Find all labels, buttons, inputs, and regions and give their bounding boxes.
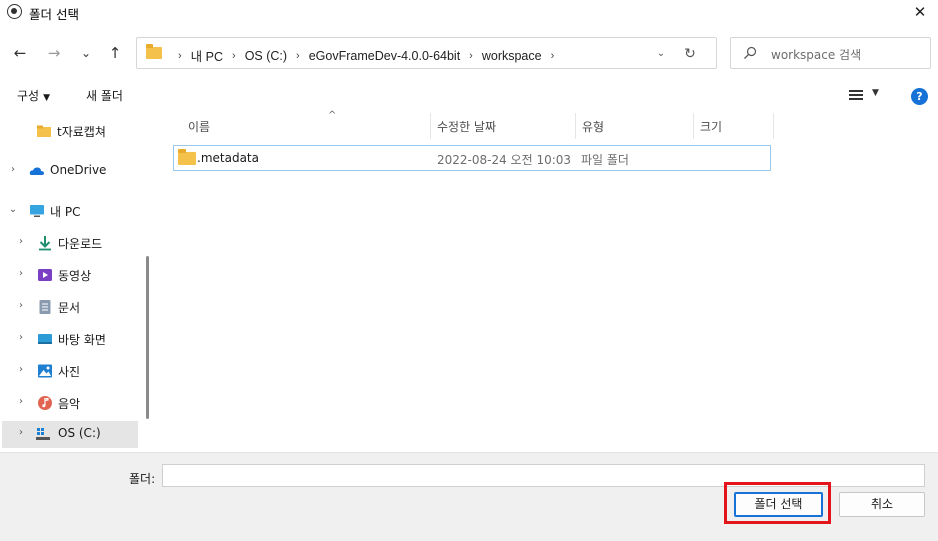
column-size[interactable]: 크기: [694, 113, 774, 139]
caret-down-icon[interactable]: ▼: [872, 88, 879, 98]
help-icon[interactable]: ?: [911, 88, 928, 105]
breadcrumb-item-workspace[interactable]: workspace: [482, 49, 542, 63]
video-icon: [38, 269, 52, 281]
chevron-right-icon[interactable]: ›: [15, 427, 27, 438]
folder-icon: [178, 149, 196, 165]
sidebar-item-label: 동영상: [58, 269, 92, 283]
folder-field-label: 폴더:: [129, 472, 156, 486]
chevron-down-icon[interactable]: ⌄: [7, 204, 19, 215]
chevron-right-icon[interactable]: ›: [551, 50, 555, 62]
chevron-right-icon[interactable]: ›: [7, 164, 19, 175]
sidebar-item-label: t자료캡쳐: [57, 125, 106, 139]
app-icon: [7, 4, 22, 19]
sidebar-item-label: OneDrive: [50, 163, 107, 177]
sidebar-item-label: 바탕 화면: [58, 333, 106, 347]
chevron-right-icon[interactable]: ›: [15, 396, 27, 407]
folder-icon: [37, 125, 51, 137]
address-bar[interactable]: › 내 PC › OS (C:) › eGovFrameDev-4.0.0-64…: [136, 37, 717, 69]
view-options-icon[interactable]: [849, 90, 863, 102]
navigation-bar: ← → ⌄ ↑ › 내 PC › OS (C:) › eGovFrameDev-…: [0, 33, 938, 75]
command-bar: 구성 ▼ 새 폴더 ▼ ?: [0, 84, 938, 110]
chevron-right-icon[interactable]: ›: [15, 332, 27, 343]
file-modified: 2022-08-24 오전 10:03: [437, 153, 572, 167]
caret-down-icon: ▼: [43, 93, 51, 103]
organize-button[interactable]: 구성 ▼: [17, 87, 50, 104]
file-type: 파일 폴더: [581, 153, 629, 167]
column-type[interactable]: 유형: [576, 113, 694, 139]
sidebar-item-label: 다운로드: [58, 237, 103, 251]
cloud-icon: [29, 167, 44, 175]
sidebar-item-label: 사진: [58, 365, 81, 379]
chevron-right-icon[interactable]: ›: [15, 268, 27, 279]
search-placeholder: workspace 검색: [771, 48, 862, 62]
music-icon: [38, 396, 52, 410]
sidebar-item-onedrive[interactable]: › OneDrive: [2, 158, 138, 184]
sort-ascending-icon: ^: [328, 110, 337, 121]
file-list: 이름 ^ 수정한 날짜 유형 크기 .metadata 2022-08-24 오…: [155, 110, 938, 452]
chevron-right-icon[interactable]: ›: [15, 300, 27, 311]
file-row[interactable]: .metadata 2022-08-24 오전 10:03 파일 폴더: [173, 145, 771, 171]
sidebar-item-videos[interactable]: › 동영상: [2, 262, 138, 288]
up-button[interactable]: ↑: [104, 41, 126, 65]
close-icon[interactable]: ✕: [910, 2, 930, 22]
breadcrumb-item-egovframe[interactable]: eGovFrameDev-4.0.0-64bit: [309, 49, 460, 63]
breadcrumb-item-pc[interactable]: 내 PC: [191, 46, 223, 65]
file-name: .metadata: [197, 151, 259, 165]
annotation-highlight-box: [724, 482, 831, 524]
sidebar-item-music[interactable]: › 음악: [2, 390, 138, 416]
window-title: 폴더 선택: [29, 7, 79, 22]
cancel-button[interactable]: 취소: [839, 492, 925, 517]
chevron-right-icon[interactable]: ›: [232, 50, 236, 62]
new-folder-button[interactable]: 새 폴더: [86, 87, 123, 104]
breadcrumb-item-drive[interactable]: OS (C:): [245, 49, 287, 63]
refresh-icon[interactable]: ↻: [681, 45, 699, 63]
picture-icon: [38, 364, 52, 378]
column-header-row: 이름 ^ 수정한 날짜 유형 크기: [155, 110, 775, 139]
navigation-pane: t자료캡쳐 › OneDrive ⌄ 내 PC › 다운로드 › 동영상 › 문…: [0, 113, 150, 452]
back-button[interactable]: ←: [9, 41, 31, 65]
sidebar-item-desktop[interactable]: › 바탕 화면: [2, 326, 138, 352]
sidebar-item-label: 내 PC: [50, 205, 81, 219]
chevron-right-icon[interactable]: ›: [15, 364, 27, 375]
column-name[interactable]: 이름 ^: [182, 110, 431, 139]
download-icon: [39, 236, 51, 251]
sidebar-item-downloads[interactable]: › 다운로드: [2, 230, 138, 256]
title-bar: 폴더 선택 ✕: [0, 0, 938, 24]
chevron-right-icon[interactable]: ›: [296, 50, 300, 62]
sidebar-item-documents[interactable]: › 문서: [2, 294, 138, 320]
chevron-right-icon[interactable]: ›: [469, 50, 473, 62]
document-icon: [39, 300, 51, 314]
pc-icon: [30, 205, 44, 217]
recent-locations-button[interactable]: ⌄: [75, 41, 97, 65]
sidebar-item-label: 문서: [58, 301, 81, 315]
column-modified[interactable]: 수정한 날짜: [431, 113, 576, 139]
chevron-right-icon: ›: [178, 49, 182, 62]
sidebar-item-pictures[interactable]: › 사진: [2, 358, 138, 384]
breadcrumb: › 내 PC › OS (C:) › eGovFrameDev-4.0.0-64…: [169, 46, 563, 65]
chevron-right-icon[interactable]: ›: [15, 236, 27, 247]
column-name-label: 이름: [188, 120, 211, 134]
search-icon: [744, 46, 757, 59]
sidebar-item-os-drive[interactable]: › OS (C:): [2, 421, 138, 448]
desktop-icon: [38, 334, 52, 344]
folder-icon: [146, 44, 162, 59]
search-box[interactable]: workspace 검색: [730, 37, 931, 69]
address-history-dropdown[interactable]: ⌄: [652, 46, 670, 62]
organize-label: 구성: [17, 89, 40, 103]
sidebar-item-label: OS (C:): [58, 426, 101, 440]
sidebar-scrollbar[interactable]: [146, 256, 149, 419]
drive-icon: [36, 428, 50, 440]
sidebar-item-this-pc[interactable]: ⌄ 내 PC: [2, 198, 138, 224]
forward-button[interactable]: →: [43, 41, 65, 65]
sidebar-item-label: 음악: [58, 397, 81, 411]
sidebar-item-capture-folder[interactable]: t자료캡쳐: [2, 118, 138, 144]
